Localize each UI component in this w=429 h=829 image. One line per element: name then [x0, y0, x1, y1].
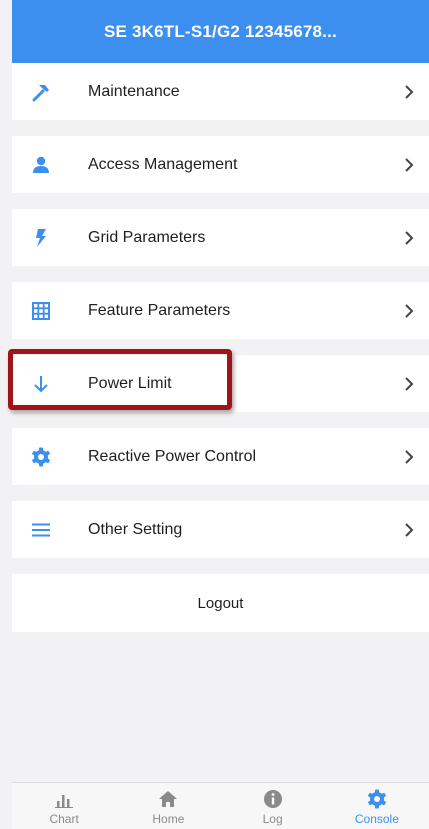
tab-home[interactable]: Home: [116, 783, 220, 829]
tab-label: Home: [152, 812, 185, 826]
menu-item-label: Maintenance: [88, 82, 180, 100]
menu-item-label: Grid Parameters: [88, 228, 206, 246]
tab-label: Console: [354, 812, 399, 826]
tab-label: Chart: [49, 812, 79, 826]
menu-item-feature-parameters[interactable]: Feature Parameters: [12, 282, 429, 339]
tab-label: Log: [262, 812, 283, 826]
grid-icon: [30, 300, 52, 322]
gear-icon: [366, 789, 388, 809]
menu-item-power-limit[interactable]: Power Limit: [12, 355, 429, 412]
logout-label: Logout: [197, 594, 244, 612]
menu-item-label: Other Setting: [88, 520, 183, 538]
menu-item-reactive-power-control[interactable]: Reactive Power Control: [12, 428, 429, 485]
chevron-right-icon: [403, 230, 415, 246]
menu-item-access-management[interactable]: Access Management: [12, 136, 429, 193]
menu-item-other-setting[interactable]: Other Setting: [12, 501, 429, 558]
chevron-right-icon: [403, 84, 415, 100]
menu-item-maintenance[interactable]: Maintenance: [12, 63, 429, 120]
person-icon: [30, 154, 52, 176]
bottom-tab-bar: Chart Home Log Console: [12, 782, 429, 829]
hamburger-icon: [30, 519, 52, 541]
tab-chart[interactable]: Chart: [12, 783, 116, 829]
chevron-right-icon: [403, 157, 415, 173]
chevron-right-icon: [403, 522, 415, 538]
arrow-down-icon: [30, 373, 52, 395]
logout-button[interactable]: Logout: [12, 574, 429, 632]
menu-item-grid-parameters[interactable]: Grid Parameters: [12, 209, 429, 266]
chevron-right-icon: [403, 303, 415, 319]
page-title-bar: SE 3K6TL-S1/G2 12345678...: [12, 0, 429, 63]
info-icon: [262, 789, 284, 809]
menu-item-label: Access Management: [88, 155, 238, 173]
bar-chart-icon: [53, 789, 75, 809]
chevron-right-icon: [403, 449, 415, 465]
tab-console[interactable]: Console: [325, 783, 429, 829]
page-title: SE 3K6TL-S1/G2 12345678...: [104, 21, 337, 41]
home-icon: [157, 789, 179, 809]
tab-log[interactable]: Log: [221, 783, 325, 829]
hammer-icon: [30, 81, 52, 103]
gear-icon: [30, 446, 52, 468]
menu-item-label: Feature Parameters: [88, 301, 231, 319]
chevron-right-icon: [403, 376, 415, 392]
lightning-icon: [30, 227, 52, 249]
menu-item-label: Reactive Power Control: [88, 447, 257, 465]
menu-item-label: Power Limit: [88, 374, 172, 392]
